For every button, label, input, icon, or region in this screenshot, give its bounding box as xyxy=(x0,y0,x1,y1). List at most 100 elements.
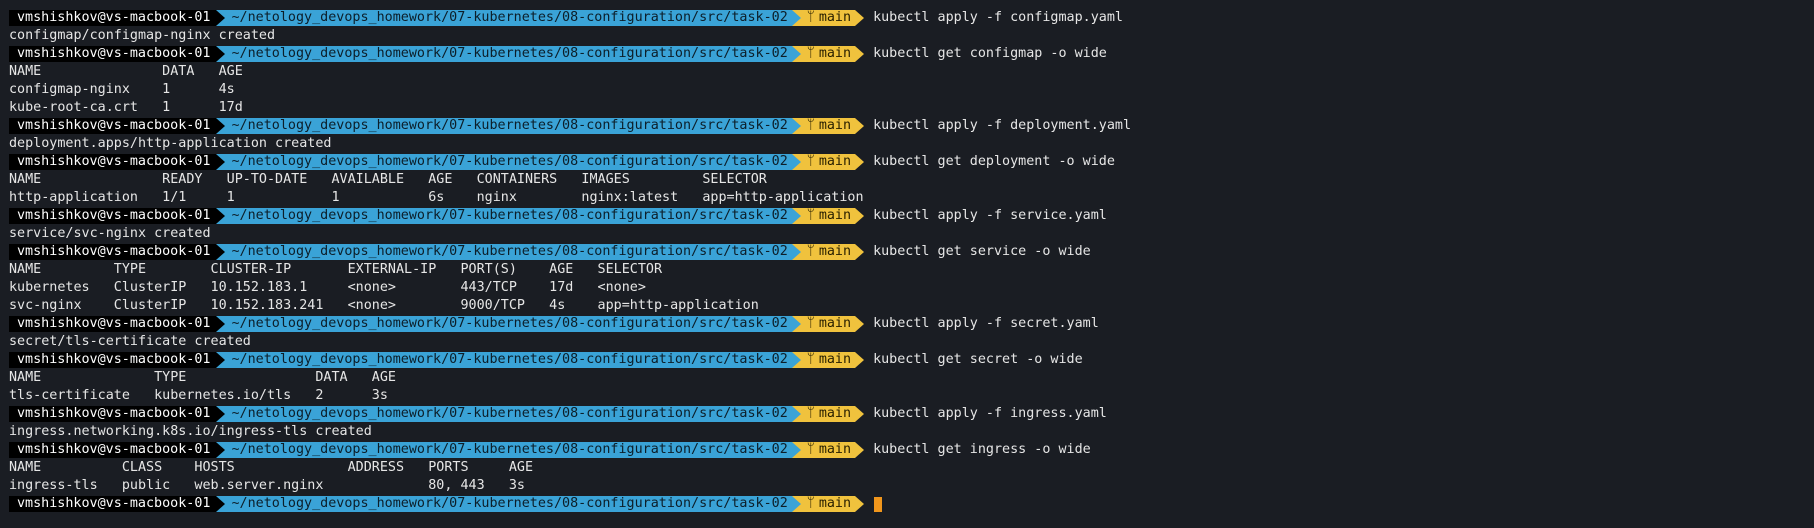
prompt-separator-icon xyxy=(216,154,226,170)
prompt-separator-icon xyxy=(791,316,801,332)
prompt-separator-icon xyxy=(855,10,865,26)
git-branch-icon: ᛘ xyxy=(806,352,815,367)
prompt-user-host: vmshishkov@vs-macbook-01 xyxy=(9,208,217,224)
prompt-user-host: vmshishkov@vs-macbook-01 xyxy=(9,316,217,332)
prompt-line: vmshishkov@vs-macbook-01 ~/netology_devop… xyxy=(9,243,1814,261)
prompt-user-host: vmshishkov@vs-macbook-01 xyxy=(9,118,217,134)
prompt-separator-icon xyxy=(216,46,226,62)
git-branch-icon: ᛘ xyxy=(806,316,815,331)
prompt-separator-icon xyxy=(216,244,226,260)
prompt-separator-icon xyxy=(791,10,801,26)
git-branch-icon: ᛘ xyxy=(806,46,815,61)
output-line: NAME TYPE CLUSTER-IP EXTERNAL-IP PORT(S)… xyxy=(9,262,663,277)
prompt-separator-icon xyxy=(791,442,801,458)
prompt-git-branch: ᛘ main xyxy=(800,316,856,332)
prompt-separator-icon xyxy=(855,244,865,260)
prompt-branch-name: main xyxy=(818,10,852,25)
command-text: kubectl apply -f ingress.yaml xyxy=(873,406,1107,421)
git-branch-icon: ᛘ xyxy=(806,496,815,511)
prompt-separator-icon xyxy=(791,496,801,512)
git-branch-icon: ᛘ xyxy=(806,442,815,457)
command-text: kubectl apply -f service.yaml xyxy=(873,208,1107,223)
output-line: ingress.networking.k8s.io/ingress-tls cr… xyxy=(9,424,372,439)
prompt-separator-icon xyxy=(855,118,865,134)
prompt-branch-name: main xyxy=(818,244,852,259)
terminal-window[interactable]: vmshishkov@vs-macbook-01 ~/netology_devop… xyxy=(0,0,1814,528)
prompt-line: vmshishkov@vs-macbook-01 ~/netology_devop… xyxy=(9,153,1814,171)
prompt-separator-icon xyxy=(791,208,801,224)
command-text: kubectl get secret -o wide xyxy=(873,352,1083,367)
prompt-separator-icon xyxy=(216,316,226,332)
prompt-path: ~/netology_devops_homework/07-kubernetes… xyxy=(225,442,792,458)
command-text: kubectl get configmap -o wide xyxy=(873,46,1107,61)
output-line: ingress-tls public web.server.nginx 80, … xyxy=(9,478,525,493)
prompt-separator-icon xyxy=(216,208,226,224)
prompt-branch-name: main xyxy=(818,154,852,169)
prompt-user-host: vmshishkov@vs-macbook-01 xyxy=(9,442,217,458)
command-text: kubectl apply -f configmap.yaml xyxy=(873,10,1123,25)
prompt-user-host: vmshishkov@vs-macbook-01 xyxy=(9,154,217,170)
prompt-git-branch: ᛘ main xyxy=(800,154,856,170)
command-text: kubectl get ingress -o wide xyxy=(873,442,1091,457)
git-branch-icon: ᛘ xyxy=(806,244,815,259)
prompt-git-branch: ᛘ main xyxy=(800,244,856,260)
git-branch-icon: ᛘ xyxy=(806,10,815,25)
prompt-git-branch: ᛘ main xyxy=(800,406,856,422)
prompt-separator-icon xyxy=(791,406,801,422)
prompt-separator-icon xyxy=(855,46,865,62)
prompt-separator-icon xyxy=(216,442,226,458)
prompt-path: ~/netology_devops_homework/07-kubernetes… xyxy=(225,406,792,422)
prompt-git-branch: ᛘ main xyxy=(800,496,856,512)
output-line: NAME DATA AGE xyxy=(9,64,243,79)
prompt-separator-icon xyxy=(855,442,865,458)
prompt-separator-icon xyxy=(216,352,226,368)
output-line: secret/tls-certificate created xyxy=(9,334,251,349)
prompt-user-host: vmshishkov@vs-macbook-01 xyxy=(9,10,217,26)
prompt-separator-icon xyxy=(216,496,226,512)
prompt-user-host: vmshishkov@vs-macbook-01 xyxy=(9,406,217,422)
prompt-git-branch: ᛘ main xyxy=(800,46,856,62)
prompt-git-branch: ᛘ main xyxy=(800,118,856,134)
prompt-line: vmshishkov@vs-macbook-01 ~/netology_devop… xyxy=(9,45,1814,63)
prompt-branch-name: main xyxy=(818,118,852,133)
output-line: NAME READY UP-TO-DATE AVAILABLE AGE CONT… xyxy=(9,172,767,187)
prompt-branch-name: main xyxy=(818,442,852,457)
prompt-branch-name: main xyxy=(818,352,852,367)
prompt-path: ~/netology_devops_homework/07-kubernetes… xyxy=(225,352,792,368)
prompt-separator-icon xyxy=(216,118,226,134)
prompt-separator-icon xyxy=(216,406,226,422)
prompt-line: vmshishkov@vs-macbook-01 ~/netology_devop… xyxy=(9,117,1814,135)
text-cursor[interactable] xyxy=(874,496,883,512)
prompt-path: ~/netology_devops_homework/07-kubernetes… xyxy=(225,208,792,224)
git-branch-icon: ᛘ xyxy=(806,208,815,223)
prompt-branch-name: main xyxy=(818,496,852,511)
prompt-separator-icon xyxy=(791,352,801,368)
prompt-separator-icon xyxy=(855,154,865,170)
prompt-separator-icon xyxy=(855,316,865,332)
output-line: NAME CLASS HOSTS ADDRESS PORTS AGE xyxy=(9,460,534,475)
prompt-line: vmshishkov@vs-macbook-01 ~/netology_devop… xyxy=(9,441,1814,459)
prompt-line: vmshishkov@vs-macbook-01 ~/netology_devop… xyxy=(9,315,1814,333)
prompt-path: ~/netology_devops_homework/07-kubernetes… xyxy=(225,316,792,332)
output-line: http-application 1/1 1 1 6s nginx nginx:… xyxy=(9,190,864,205)
output-line: deployment.apps/http-application created xyxy=(9,136,332,151)
prompt-separator-icon xyxy=(855,208,865,224)
prompt-separator-icon xyxy=(216,10,226,26)
prompt-git-branch: ᛘ main xyxy=(800,352,856,368)
prompt-git-branch: ᛘ main xyxy=(800,10,856,26)
prompt-user-host: vmshishkov@vs-macbook-01 xyxy=(9,46,217,62)
prompt-line: vmshishkov@vs-macbook-01 ~/netology_devop… xyxy=(9,351,1814,369)
prompt-path: ~/netology_devops_homework/07-kubernetes… xyxy=(225,154,792,170)
output-line: kube-root-ca.crt 1 17d xyxy=(9,100,243,115)
output-line: tls-certificate kubernetes.io/tls 2 3s xyxy=(9,388,388,403)
output-line: NAME TYPE DATA AGE xyxy=(9,370,396,385)
prompt-line: vmshishkov@vs-macbook-01 ~/netology_devop… xyxy=(9,495,1814,513)
prompt-separator-icon xyxy=(855,496,865,512)
output-line: svc-nginx ClusterIP 10.152.183.241 <none… xyxy=(9,298,759,313)
git-branch-icon: ᛘ xyxy=(806,154,815,169)
output-line: kubernetes ClusterIP 10.152.183.1 <none>… xyxy=(9,280,646,295)
prompt-separator-icon xyxy=(855,406,865,422)
prompt-branch-name: main xyxy=(818,208,852,223)
prompt-path: ~/netology_devops_homework/07-kubernetes… xyxy=(225,496,792,512)
prompt-line: vmshishkov@vs-macbook-01 ~/netology_devop… xyxy=(9,207,1814,225)
